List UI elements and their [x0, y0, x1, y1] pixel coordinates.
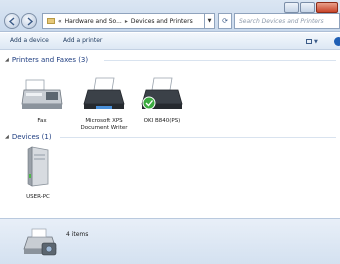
- refresh-icon: ⟳: [222, 17, 228, 25]
- maximize-button[interactable]: [300, 2, 315, 13]
- forward-button[interactable]: [21, 13, 37, 29]
- caption-buttons: [283, 2, 338, 13]
- device-label-oki-b840: OKI B840(PS): [143, 118, 181, 124]
- item-count: 4 items: [66, 231, 89, 238]
- device-label-user-pc: USER-PC: [26, 194, 50, 200]
- breadcrumb-devices-and-printers[interactable]: Devices and Printers: [131, 18, 193, 25]
- address-bar[interactable]: « Hardware and So... ▸ Devices and Print…: [42, 13, 205, 29]
- folder-icon: [47, 18, 55, 24]
- search-placeholder: Search Devices and Printers: [239, 17, 324, 25]
- breadcrumb-hardware-and-sound[interactable]: Hardware and So...: [65, 18, 122, 25]
- minimize-button[interactable]: [284, 2, 299, 13]
- refresh-button[interactable]: ⟳: [218, 13, 232, 29]
- device-microsoft-xps[interactable]: Microsoft XPS Document Writer: [76, 76, 132, 132]
- forward-arrow-icon: [27, 17, 34, 26]
- title-address-bar: « Hardware and So... ▸ Devices and Print…: [0, 0, 340, 32]
- help-icon[interactable]: [334, 37, 340, 46]
- chevron-down-icon: ▼: [314, 38, 318, 45]
- group-title-devices: Devices (1): [11, 133, 52, 141]
- printer-default-icon: [141, 77, 183, 110]
- details-pane: 4 items: [0, 218, 340, 264]
- group-header-printers[interactable]: ◢ Printers and Faxes (3): [5, 56, 88, 64]
- collapse-triangle-icon: ◢: [5, 57, 9, 63]
- address-dropdown-button[interactable]: ▼: [205, 13, 215, 29]
- view-icon: [306, 39, 312, 44]
- search-input[interactable]: Search Devices and Printers: [234, 13, 340, 29]
- breadcrumb-overflow[interactable]: «: [58, 18, 62, 25]
- group-divider: [104, 60, 336, 61]
- close-button[interactable]: [316, 2, 338, 13]
- device-oki-b840[interactable]: OKI B840(PS): [134, 76, 190, 125]
- devices-and-printers-window: « Hardware and So... ▸ Devices and Print…: [0, 0, 340, 264]
- device-label-microsoft-xps: Microsoft XPS Document Writer: [80, 118, 128, 131]
- devices-summary-icon: [23, 228, 57, 256]
- change-view-button[interactable]: ▼: [306, 37, 318, 46]
- device-fax[interactable]: Fax: [14, 78, 70, 125]
- device-user-pc[interactable]: USER-PC: [10, 144, 66, 201]
- add-device-button[interactable]: Add a device: [10, 37, 49, 44]
- device-label-fax: Fax: [37, 118, 47, 124]
- back-button[interactable]: [4, 13, 20, 29]
- group-title-printers: Printers and Faxes (3): [11, 56, 89, 64]
- add-printer-button[interactable]: Add a printer: [63, 37, 102, 44]
- breadcrumb-separator[interactable]: ▸: [125, 18, 128, 25]
- collapse-triangle-icon: ◢: [5, 134, 9, 140]
- back-arrow-icon: [8, 17, 15, 26]
- computer-tower-icon: [27, 146, 49, 187]
- group-header-devices[interactable]: ◢ Devices (1): [5, 133, 52, 141]
- group-divider: [60, 137, 336, 138]
- printer-icon: [83, 77, 125, 109]
- fax-icon: [21, 79, 63, 109]
- command-bar: Add a device Add a printer ▼: [0, 33, 340, 50]
